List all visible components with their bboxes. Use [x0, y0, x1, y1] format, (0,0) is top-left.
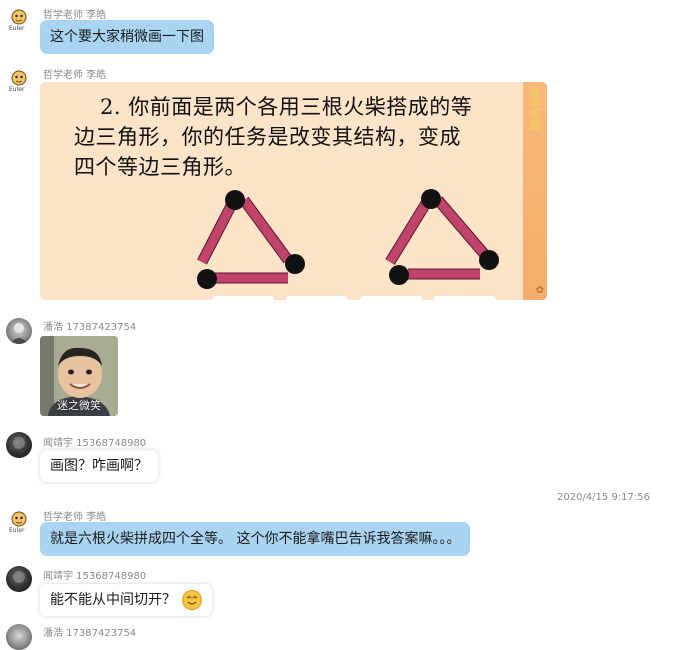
- slide-side-strip: 数学乐园 ✿: [523, 82, 547, 300]
- shared-slide-image[interactable]: 2. 你前面是两个各用三根火柴搭成的等 边三角形，你的任务是改变其结构，变成 四…: [40, 82, 547, 300]
- message-bubble[interactable]: 能不能从中间切开？: [40, 584, 213, 616]
- sticker-caption: 迷之微笑: [57, 399, 101, 412]
- sender-name: 闻靖宇 15368748980: [43, 438, 147, 449]
- cartoon-avatar-icon: Euler: [6, 508, 32, 534]
- teacher-avatar[interactable]: Euler: [6, 6, 32, 32]
- cartoon-avatar-icon: Euler: [6, 67, 32, 93]
- slide-tab: [212, 296, 274, 300]
- sticker-image[interactable]: 迷之微笑: [40, 336, 118, 416]
- right-triangle: [385, 189, 499, 285]
- message-bubble[interactable]: 就是六根火柴拼成四个全等。 这个你不能拿嘴巴告诉我答案嘛。。。: [40, 522, 471, 556]
- user-avatar[interactable]: [6, 624, 32, 650]
- matchstick-triangles-figure: [197, 189, 499, 289]
- user-avatar[interactable]: [6, 318, 32, 344]
- svg-text:Euler: Euler: [9, 25, 25, 32]
- left-triangle: [197, 190, 305, 289]
- user-avatar[interactable]: [6, 566, 32, 592]
- slide-tab: [286, 296, 348, 300]
- smile-emoji-icon: [182, 590, 203, 610]
- person-photo-icon: [10, 323, 28, 344]
- user-avatar[interactable]: [6, 432, 32, 458]
- sender-name: 哲学老师 李皓: [43, 10, 107, 21]
- dark-portrait-icon: [13, 571, 25, 583]
- flower-icon: ✿: [535, 285, 544, 296]
- sender-name: 哲学老师 李皓: [43, 512, 107, 523]
- svg-text:Euler: Euler: [9, 527, 25, 534]
- cartoon-avatar-icon: Euler: [6, 6, 32, 32]
- sender-name: 潘浩 17387423754: [43, 322, 137, 333]
- teacher-avatar[interactable]: Euler: [6, 508, 32, 534]
- dark-portrait-icon: [13, 437, 25, 449]
- message-bubble[interactable]: 画图？咋画啊？: [40, 450, 158, 482]
- message-bubble[interactable]: 这个要大家稍微画一下图: [40, 20, 214, 54]
- slide-tab: [434, 296, 496, 300]
- sender-name: 闻靖宇 15368748980: [43, 571, 147, 582]
- svg-text:Euler: Euler: [9, 86, 25, 93]
- sender-name: 哲学老师 李皓: [43, 70, 107, 81]
- sender-name: 潘浩 17387423754: [43, 628, 137, 639]
- message-text: 能不能从中间切开？: [50, 592, 176, 608]
- slide-side-label: 数学乐园: [530, 88, 540, 132]
- timestamp: 2020/4/15 9:17:56: [557, 492, 651, 503]
- slide-tab: [360, 296, 422, 300]
- teacher-avatar[interactable]: Euler: [6, 67, 32, 93]
